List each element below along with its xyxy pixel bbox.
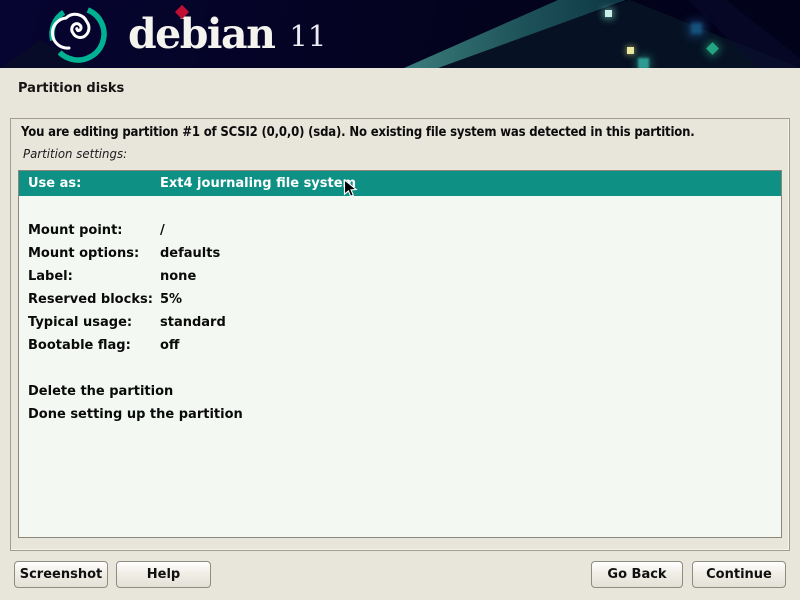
page-title: Partition disks <box>18 81 124 96</box>
row-value: standard <box>160 311 226 334</box>
screenshot-button[interactable]: Screenshot <box>14 561 108 588</box>
brand-version: 11 <box>289 19 326 53</box>
row-label: Mount options: <box>28 242 139 265</box>
settings-row-use-as[interactable]: Use as: Ext4 journaling file system <box>19 171 781 196</box>
brand-wordmark: debian 11 <box>128 8 326 60</box>
row-label: Delete the partition <box>28 380 173 403</box>
settings-row-mount-options[interactable]: Mount options: defaults <box>19 242 781 265</box>
row-label: Mount point: <box>28 219 122 242</box>
row-label: Use as: <box>28 171 81 196</box>
settings-row-done-setting-up[interactable]: Done setting up the partition <box>19 403 781 426</box>
glow-square-white <box>605 10 612 17</box>
debian-swirl-logo <box>46 2 110 66</box>
glow-square-blue <box>691 23 702 34</box>
settings-row-spacer <box>19 357 781 380</box>
row-label: Done setting up the partition <box>28 403 243 426</box>
installer-banner: debian 11 <box>0 0 800 68</box>
partition-settings-caption: Partition settings: <box>23 146 127 161</box>
partition-info-text: You are editing partition #1 of SCSI2 (0… <box>21 125 695 140</box>
banner-artwork <box>0 0 800 68</box>
row-label: Reserved blocks: <box>28 288 153 311</box>
row-value: none <box>160 265 196 288</box>
settings-row-typical-usage[interactable]: Typical usage: standard <box>19 311 781 334</box>
row-label: Typical usage: <box>28 311 132 334</box>
partition-settings-list[interactable]: Use as: Ext4 journaling file system Moun… <box>18 170 782 538</box>
go-back-button[interactable]: Go Back <box>591 561 683 588</box>
settings-row-bootable-flag[interactable]: Bootable flag: off <box>19 334 781 357</box>
settings-row-reserved-blocks[interactable]: Reserved blocks: 5% <box>19 288 781 311</box>
help-button[interactable]: Help <box>116 561 211 588</box>
partition-edit-panel: You are editing partition #1 of SCSI2 (0… <box>10 118 790 551</box>
mouse-cursor-icon <box>343 179 358 198</box>
glow-square-teal <box>638 58 649 68</box>
continue-button[interactable]: Continue <box>692 561 786 588</box>
row-label: Label: <box>28 265 73 288</box>
glow-square-yellow <box>627 47 634 54</box>
settings-row-delete-partition[interactable]: Delete the partition <box>19 380 781 403</box>
row-label: Bootable flag: <box>28 334 131 357</box>
row-value: Ext4 journaling file system <box>160 171 356 196</box>
settings-row-label[interactable]: Label: none <box>19 265 781 288</box>
row-value: / <box>160 219 165 242</box>
row-value: 5% <box>160 288 182 311</box>
settings-row-spacer <box>19 196 781 219</box>
row-value: off <box>160 334 179 357</box>
row-value: defaults <box>160 242 220 265</box>
settings-row-mount-point[interactable]: Mount point: / <box>19 219 781 242</box>
brand-name: debian <box>128 10 274 58</box>
